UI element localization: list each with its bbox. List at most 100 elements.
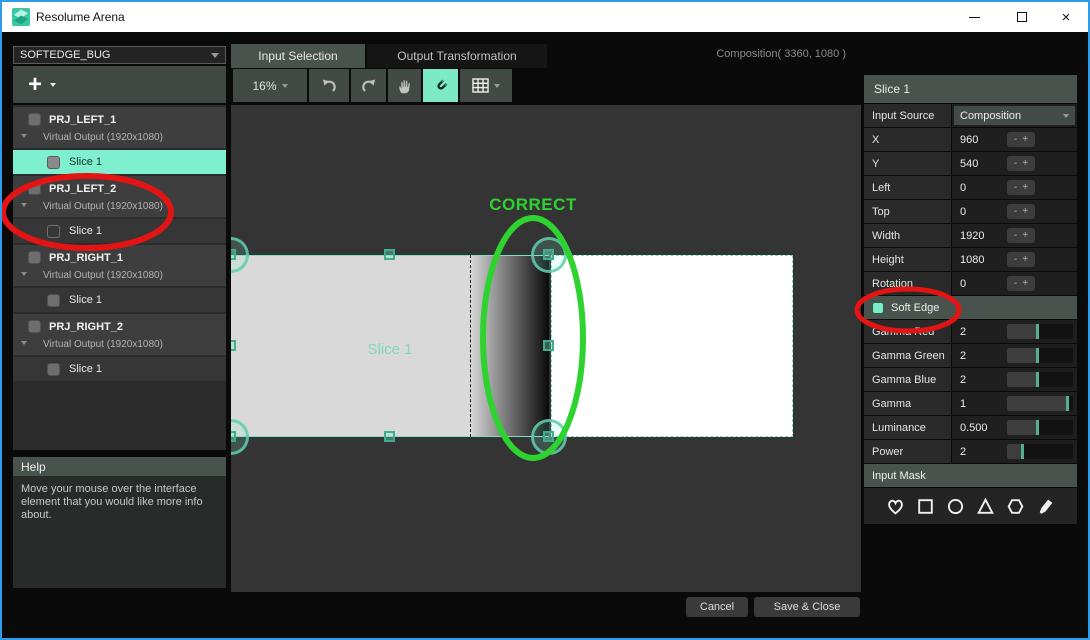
output-subtitle: Virtual Output (1920x1080): [43, 270, 163, 281]
property-label: Left: [864, 176, 951, 199]
stepper-plus[interactable]: +: [1022, 230, 1028, 241]
output-enabled-checkbox[interactable]: [28, 320, 41, 333]
triangle-mask-icon[interactable]: [975, 496, 996, 517]
resize-handle[interactable]: [543, 431, 554, 442]
stepper-minus[interactable]: -: [1014, 134, 1017, 145]
resize-handle[interactable]: [543, 249, 554, 260]
grid-options-button[interactable]: [460, 69, 512, 102]
property-value[interactable]: 540: [960, 158, 978, 170]
heart-mask-icon[interactable]: [885, 496, 906, 517]
output-canvas[interactable]: Slice 1: [231, 105, 861, 592]
slice-row[interactable]: Slice 1: [13, 219, 226, 243]
snap-tool-button-active[interactable]: [423, 69, 458, 102]
adjacent-slice-region[interactable]: [551, 255, 793, 437]
stepper-plus[interactable]: +: [1022, 182, 1028, 193]
soft-edge-checkbox-checked[interactable]: [872, 302, 884, 314]
stepper-plus[interactable]: +: [1022, 206, 1028, 217]
resize-handle[interactable]: [384, 249, 395, 260]
property-value[interactable]: 1920: [960, 230, 984, 242]
power-slider[interactable]: [1007, 444, 1073, 459]
screen-preset-dropdown[interactable]: SOFTEDGE_BUG: [13, 46, 226, 64]
output-group-prj-left-2[interactable]: PRJ_LEFT_2 Virtual Output (1920x1080): [13, 176, 226, 217]
expand-arrow-icon[interactable]: [21, 341, 27, 345]
slider-row-gamma-red: Gamma Red 2: [864, 320, 1077, 343]
slice-row[interactable]: Slice 1: [13, 357, 226, 381]
luminance-slider[interactable]: [1007, 420, 1073, 435]
soft-edge-toggle-row[interactable]: Soft Edge: [864, 296, 1077, 319]
resize-handle[interactable]: [543, 340, 554, 351]
slider-value[interactable]: 2: [960, 374, 966, 386]
value-stepper[interactable]: -+: [1007, 276, 1035, 291]
resize-handle[interactable]: [231, 431, 236, 442]
minimize-button[interactable]: [956, 2, 992, 32]
stepper-plus[interactable]: +: [1022, 278, 1028, 289]
polygon-mask-icon[interactable]: [1005, 496, 1026, 517]
expand-arrow-icon[interactable]: [21, 134, 27, 138]
stepper-plus[interactable]: +: [1022, 254, 1028, 265]
circle-mask-icon[interactable]: [945, 496, 966, 517]
zoom-level-dropdown[interactable]: 16%: [233, 69, 307, 102]
stepper-minus[interactable]: -: [1014, 230, 1017, 241]
gamma-green-slider[interactable]: [1007, 348, 1073, 363]
resize-handle[interactable]: [384, 431, 395, 442]
stepper-minus[interactable]: -: [1014, 278, 1017, 289]
output-name: PRJ_RIGHT_1: [49, 252, 123, 264]
property-value[interactable]: 1080: [960, 254, 984, 266]
slice-enabled-checkbox-unchecked[interactable]: [47, 225, 60, 238]
slider-row-gamma: Gamma 1: [864, 392, 1077, 415]
redo-button[interactable]: [351, 69, 386, 102]
undo-button[interactable]: [309, 69, 349, 102]
property-value[interactable]: 0: [960, 182, 966, 194]
stepper-plus[interactable]: +: [1022, 158, 1028, 169]
expand-arrow-icon[interactable]: [21, 272, 27, 276]
stepper-minus[interactable]: -: [1014, 182, 1017, 193]
value-stepper[interactable]: -+: [1007, 156, 1035, 171]
maximize-button[interactable]: [1004, 2, 1040, 32]
slice-enabled-checkbox[interactable]: [47, 363, 60, 376]
gamma-blue-slider[interactable]: [1007, 372, 1073, 387]
pencil-mask-icon[interactable]: [1035, 496, 1056, 517]
output-group-prj-right-1[interactable]: PRJ_RIGHT_1 Virtual Output (1920x1080): [13, 245, 226, 286]
value-stepper[interactable]: -+: [1007, 228, 1035, 243]
resize-handle[interactable]: [231, 249, 236, 260]
close-button[interactable]: ×: [1048, 2, 1084, 32]
gamma-slider[interactable]: [1007, 396, 1073, 411]
slider-value[interactable]: 2: [960, 350, 966, 362]
property-value[interactable]: 0: [960, 206, 966, 218]
tab-input-selection[interactable]: Input Selection: [231, 44, 365, 68]
stepper-minus[interactable]: -: [1014, 206, 1017, 217]
value-stepper[interactable]: -+: [1007, 132, 1035, 147]
value-stepper[interactable]: -+: [1007, 204, 1035, 219]
output-group-prj-left-1[interactable]: PRJ_LEFT_1 Virtual Output (1920x1080): [13, 107, 226, 148]
stepper-plus[interactable]: +: [1022, 134, 1028, 145]
property-value[interactable]: 0: [960, 278, 966, 290]
save-and-close-button[interactable]: Save & Close: [754, 597, 860, 617]
pan-tool-button[interactable]: [388, 69, 421, 102]
soft-edge-boundary-line: [470, 255, 471, 437]
value-stepper[interactable]: -+: [1007, 180, 1035, 195]
slice-enabled-checkbox[interactable]: [47, 294, 60, 307]
output-group-prj-right-2[interactable]: PRJ_RIGHT_2 Virtual Output (1920x1080): [13, 314, 226, 355]
value-stepper[interactable]: -+: [1007, 252, 1035, 267]
stepper-minus[interactable]: -: [1014, 254, 1017, 265]
slider-value[interactable]: 0.500: [960, 422, 988, 434]
slider-value[interactable]: 1: [960, 398, 966, 410]
chevron-down-icon: [1063, 114, 1069, 118]
property-value[interactable]: 960: [960, 134, 978, 146]
slider-value[interactable]: 2: [960, 326, 966, 338]
input-source-dropdown[interactable]: Composition: [954, 106, 1075, 125]
slice-row-selected[interactable]: Slice 1: [13, 150, 226, 174]
slice-enabled-checkbox[interactable]: [47, 156, 60, 169]
output-enabled-checkbox[interactable]: [28, 251, 41, 264]
stepper-minus[interactable]: -: [1014, 158, 1017, 169]
add-output-button[interactable]: +: [13, 66, 226, 103]
square-mask-icon[interactable]: [915, 496, 936, 517]
gamma-red-slider[interactable]: [1007, 324, 1073, 339]
expand-arrow-icon[interactable]: [21, 203, 27, 207]
output-enabled-checkbox[interactable]: [28, 182, 41, 195]
output-enabled-checkbox[interactable]: [28, 113, 41, 126]
slice-row[interactable]: Slice 1: [13, 288, 226, 312]
cancel-button[interactable]: Cancel: [686, 597, 748, 617]
slider-value[interactable]: 2: [960, 446, 966, 458]
resize-handle[interactable]: [231, 340, 236, 351]
